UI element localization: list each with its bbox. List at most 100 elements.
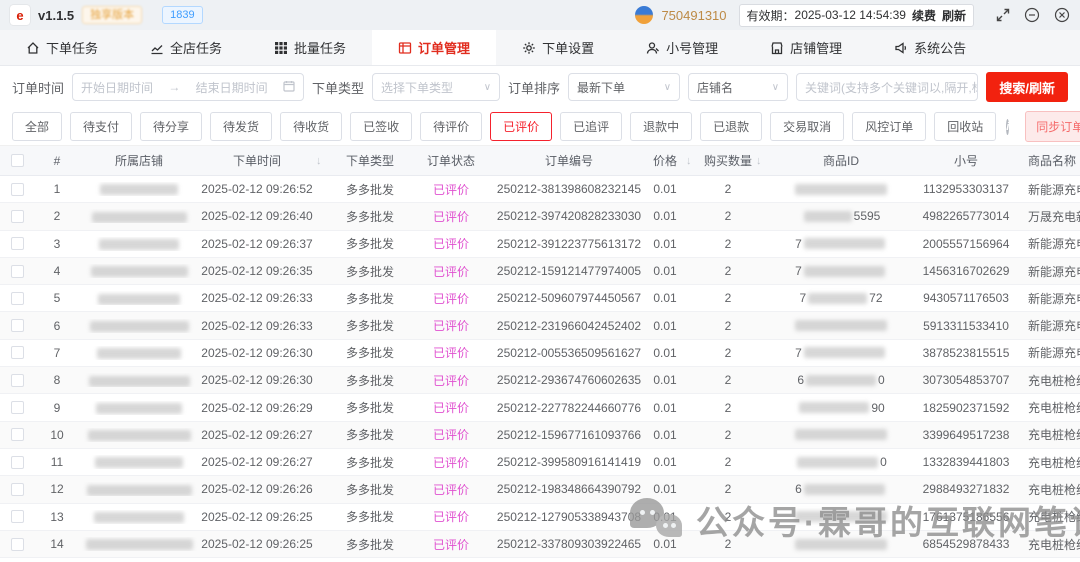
col-order-no: 订单编号	[494, 152, 644, 169]
order-time: 2025-02-12 09:26:25	[198, 510, 316, 524]
nav-item-5[interactable]: 下单设置	[496, 30, 620, 65]
shop-field-select[interactable]: 店铺名 ∨	[688, 73, 788, 101]
chevron-down-icon: ∨	[484, 82, 491, 93]
product-id-partially-blurred: 772	[772, 291, 910, 305]
order-status: 已评价	[408, 290, 494, 307]
product-id-partially-blurred	[772, 511, 910, 522]
store-name-blurred	[80, 373, 198, 387]
chevron-down-icon: ∨	[772, 82, 779, 93]
status-tab-待收货[interactable]: 待收货	[280, 112, 342, 141]
nav-item-6[interactable]: 小号管理	[620, 30, 744, 65]
order-time: 2025-02-12 09:26:26	[198, 482, 316, 496]
row-checkbox[interactable]	[11, 292, 24, 305]
row-checkbox[interactable]	[11, 456, 24, 469]
product-id-partially-blurred	[772, 429, 910, 440]
order-qty: 2	[700, 373, 756, 387]
table-body: 12025-02-12 09:26:52多多批发已评价250212-381398…	[0, 176, 1080, 558]
status-tab-已追评[interactable]: 已追评	[560, 112, 622, 141]
order-number: 250212-198348664390792	[494, 482, 644, 496]
nav-item-2[interactable]: 全店任务	[124, 30, 248, 65]
product-id-partially-blurred	[772, 184, 910, 195]
product-name: 充电桩枪线	[1022, 372, 1080, 389]
col-time: 下单时间	[198, 152, 316, 169]
filter-bar: 订单时间 开始日期时间 → 结束日期时间 下单类型 选择下单类型 ∨ 订单排序 …	[0, 66, 1080, 108]
xiaohao-number: 4982265773014	[910, 209, 1022, 223]
status-tab-全部[interactable]: 全部	[12, 112, 62, 141]
store-name-blurred	[80, 182, 198, 196]
order-type-placeholder: 选择下单类型	[381, 79, 453, 96]
row-checkbox[interactable]	[11, 428, 24, 441]
col-product-id: 商品ID	[772, 152, 910, 169]
order-time: 2025-02-12 09:26:33	[198, 319, 316, 333]
table-row: 122025-02-12 09:26:26多多批发已评价250212-19834…	[0, 476, 1080, 503]
row-checkbox[interactable]	[11, 483, 24, 496]
close-icon[interactable]	[1054, 7, 1070, 23]
select-all-checkbox[interactable]	[11, 154, 24, 167]
status-tab-待发货[interactable]: 待发货	[210, 112, 272, 141]
order-sort-select[interactable]: 最新下单 ∨	[568, 73, 680, 101]
order-type: 多多批发	[332, 235, 408, 252]
orders-table: #所属店铺下单时间↓下单类型订单状态订单编号价格↓购买数量↓商品ID小号商品名称…	[0, 146, 1080, 558]
row-checkbox[interactable]	[11, 346, 24, 359]
sort-time-icon[interactable]: ↓	[316, 155, 332, 167]
table-row: 22025-02-12 09:26:40多多批发已评价250212-397420…	[0, 203, 1080, 230]
search-refresh-button[interactable]: 搜索/刷新	[986, 72, 1068, 102]
order-qty: 2	[700, 291, 756, 305]
app-logo-glyph: e	[16, 8, 23, 23]
status-tab-交易取消[interactable]: 交易取消	[770, 112, 844, 141]
col-type: 下单类型	[332, 152, 408, 169]
renew-link[interactable]: 续费	[912, 7, 936, 24]
order-type-select[interactable]: 选择下单类型 ∨	[372, 73, 500, 101]
user-avatar[interactable]	[635, 6, 653, 24]
order-type: 多多批发	[332, 263, 408, 280]
order-qty: 2	[700, 264, 756, 278]
gear-icon	[522, 41, 536, 55]
nav-item-7[interactable]: 店铺管理	[744, 30, 868, 65]
row-checkbox[interactable]	[11, 510, 24, 523]
order-sort-label: 订单排序	[508, 78, 560, 97]
row-checkbox[interactable]	[11, 265, 24, 278]
date-range-input[interactable]: 开始日期时间 → 结束日期时间	[72, 73, 304, 101]
sync-order-details-button[interactable]: 同步订单详情	[1025, 111, 1080, 142]
row-index: 7	[34, 346, 80, 360]
order-status: 已评价	[408, 536, 494, 553]
nav-item-1[interactable]: 下单任务	[0, 30, 124, 65]
fullscreen-icon[interactable]	[996, 8, 1010, 22]
sort-qty-icon[interactable]: ↓	[756, 155, 772, 167]
col-qty: 购买数量	[700, 152, 756, 169]
status-tab-bar: 全部待支付待分享待发货待收货已签收待评价已评价已追评退款中已退款交易取消风控订单…	[0, 108, 1080, 146]
nav-item-8[interactable]: 系统公告	[868, 30, 992, 65]
status-tab-风控订单[interactable]: 风控订单	[852, 112, 926, 141]
nav-item-3[interactable]: 批量任务	[248, 30, 372, 65]
row-checkbox-cell	[0, 538, 34, 551]
row-checkbox[interactable]	[11, 237, 24, 250]
status-tab-已签收[interactable]: 已签收	[350, 112, 412, 141]
row-checkbox[interactable]	[11, 210, 24, 223]
start-date-placeholder: 开始日期时间	[81, 79, 153, 96]
status-tab-回收站[interactable]: 回收站	[934, 112, 996, 141]
version-type-badge: 独享版本	[82, 6, 142, 24]
row-checkbox[interactable]	[11, 183, 24, 196]
status-tab-退款中[interactable]: 退款中	[630, 112, 692, 141]
nav-item-4[interactable]: 订单管理	[372, 30, 496, 65]
row-checkbox[interactable]	[11, 538, 24, 551]
row-checkbox[interactable]	[11, 319, 24, 332]
row-checkbox[interactable]	[11, 401, 24, 414]
row-index: 11	[34, 455, 80, 469]
shop-icon	[770, 41, 784, 55]
refresh-link[interactable]: 刷新	[942, 7, 966, 24]
info-icon[interactable]: i	[1006, 119, 1009, 135]
status-tab-待分享[interactable]: 待分享	[140, 112, 202, 141]
order-type: 多多批发	[332, 426, 408, 443]
status-tab-待支付[interactable]: 待支付	[70, 112, 132, 141]
order-qty: 2	[700, 482, 756, 496]
nav-item-label: 订单管理	[418, 38, 470, 57]
status-tab-已退款[interactable]: 已退款	[700, 112, 762, 141]
product-name: 充电桩枪线	[1022, 508, 1080, 525]
minimize-icon[interactable]	[1024, 7, 1040, 23]
status-tab-待评价[interactable]: 待评价	[420, 112, 482, 141]
keyword-input[interactable]: 关键词(支持多个关键词以,隔开,标注模糊的不	[796, 73, 978, 101]
sort-price-icon[interactable]: ↓	[686, 155, 700, 167]
status-tab-已评价[interactable]: 已评价	[490, 112, 552, 141]
row-checkbox[interactable]	[11, 374, 24, 387]
